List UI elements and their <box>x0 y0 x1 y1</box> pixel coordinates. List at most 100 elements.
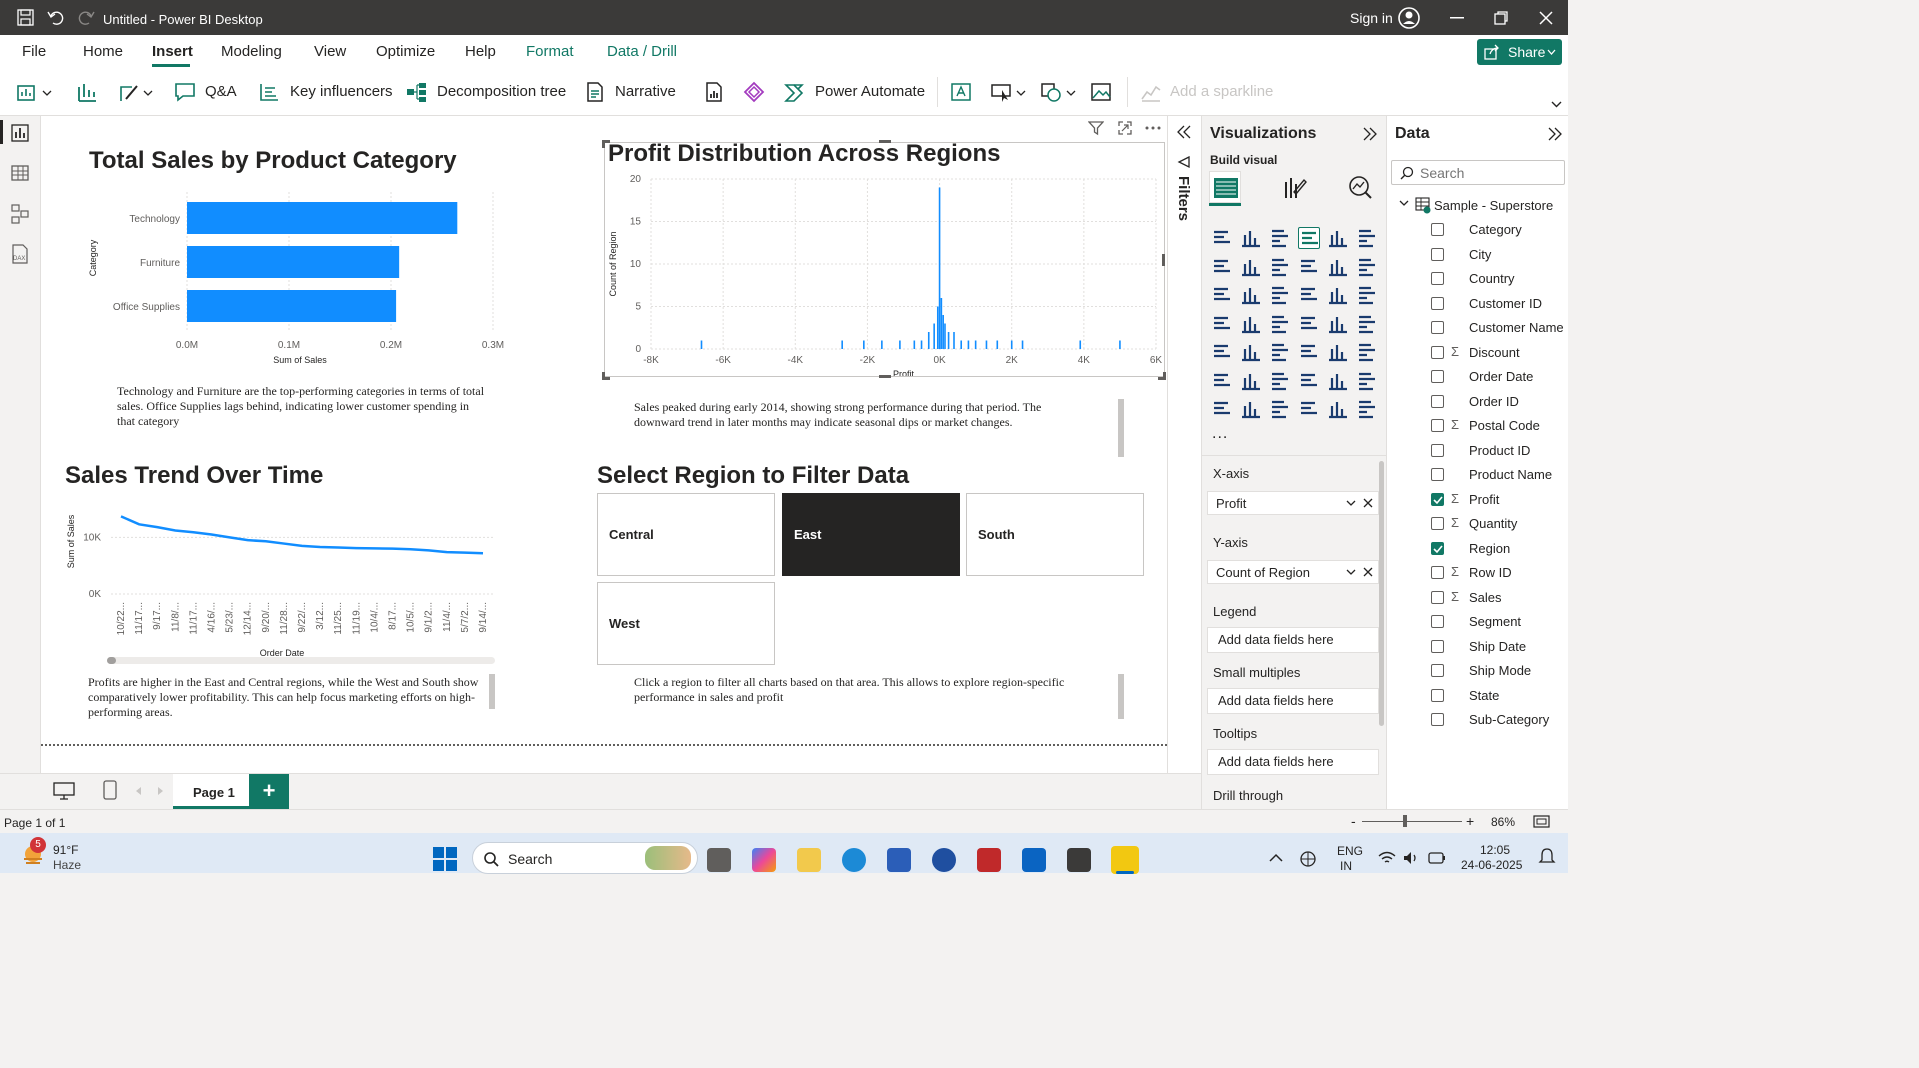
field-checkbox[interactable] <box>1431 247 1444 261</box>
menu-help[interactable]: Help <box>465 43 496 60</box>
outlook-icon[interactable] <box>1022 848 1046 872</box>
buttons-visual-icon[interactable] <box>76 81 98 103</box>
field-checkbox[interactable] <box>1431 272 1444 285</box>
new-visual-icon[interactable] <box>16 81 38 103</box>
sign-in-link[interactable]: Sign in <box>1350 10 1393 26</box>
table-name[interactable]: Sample - Superstore <box>1434 198 1553 213</box>
line-column-chart-icon[interactable] <box>1327 256 1349 278</box>
field-checkbox[interactable] <box>1431 370 1444 383</box>
field-ship-mode[interactable]: Ship Mode <box>1387 659 1569 683</box>
field-category[interactable]: Category <box>1387 218 1569 242</box>
waterfall-chart-icon[interactable] <box>1240 284 1262 306</box>
narrative-icon[interactable] <box>584 81 606 103</box>
windows-start-icon[interactable] <box>432 846 458 872</box>
table-icon[interactable] <box>1298 341 1320 363</box>
menu-insert[interactable]: Insert <box>152 43 193 60</box>
field-product-id[interactable]: Product ID <box>1387 439 1569 463</box>
search-input[interactable] <box>1420 164 1560 182</box>
expand-pane-icon[interactable] <box>1177 125 1191 139</box>
next-page-icon[interactable] <box>158 787 164 795</box>
field-customer-id[interactable]: Customer ID <box>1387 292 1569 316</box>
volume-icon[interactable] <box>1403 851 1419 865</box>
scrollbar[interactable] <box>1118 674 1124 719</box>
zoom-slider-thumb[interactable] <box>1403 815 1407 827</box>
region-indicator[interactable]: IN <box>1340 859 1352 873</box>
model-view-icon[interactable] <box>11 204 29 224</box>
field-postal-code[interactable]: Σ Postal Code <box>1387 414 1569 438</box>
decomposition-tree-button[interactable]: Decomposition tree <box>437 83 566 100</box>
field-region[interactable]: Region <box>1387 537 1569 561</box>
metrics-icon[interactable] <box>1356 370 1378 392</box>
field-checkbox[interactable] <box>1431 664 1444 677</box>
field-discount[interactable]: Σ Discount <box>1387 341 1569 365</box>
chevron-down-icon[interactable] <box>1346 500 1356 507</box>
desktop-layout-icon[interactable] <box>53 782 75 800</box>
menu-optimize[interactable]: Optimize <box>376 43 435 60</box>
gauge-icon[interactable] <box>1327 313 1349 335</box>
collapse-ribbon-icon[interactable] <box>1551 101 1562 108</box>
menu-view[interactable]: View <box>314 43 346 60</box>
stacked-area-chart-icon[interactable] <box>1269 256 1291 278</box>
remove-field-icon[interactable] <box>1363 498 1373 508</box>
histogram-chart[interactable]: 0 5 10 15 20 -8K -6K -4K -2K 0K 2K 4K 6K Profit Count … <box>604 171 1164 376</box>
power-automate-icon[interactable] <box>1269 398 1291 420</box>
narrative-button[interactable]: Narrative <box>615 83 676 100</box>
dell-icon[interactable] <box>932 848 956 872</box>
matrix-icon[interactable] <box>1327 341 1349 363</box>
pie-chart-icon[interactable] <box>1327 284 1349 306</box>
slicer-option-central[interactable]: Central <box>597 493 775 576</box>
field-checkbox[interactable] <box>1431 321 1444 334</box>
image-icon[interactable] <box>1090 81 1112 103</box>
field-profit[interactable]: Σ Profit <box>1387 488 1569 512</box>
menu-file[interactable]: File <box>22 43 46 60</box>
minimize-icon[interactable] <box>1450 17 1464 19</box>
dax-query-view-icon[interactable]: DAX <box>10 244 30 264</box>
decomposition-tree-icon[interactable] <box>406 81 428 103</box>
field-order-id[interactable]: Order ID <box>1387 390 1569 414</box>
field-sub-category[interactable]: Sub-Category <box>1387 708 1569 732</box>
filter-icon[interactable] <box>1088 120 1104 136</box>
file-explorer-icon[interactable] <box>797 848 821 872</box>
power-automate-button[interactable]: Power Automate <box>815 83 925 100</box>
line-chart[interactable]: 0K 10K 10/22... 11/17... 9/17... 11/8/... 11/1… <box>61 496 501 661</box>
stacked-column-chart-icon[interactable] <box>1240 227 1262 249</box>
taskbar-search[interactable]: Search <box>472 842 698 874</box>
close-icon[interactable] <box>1539 11 1553 25</box>
key-influencers-icon[interactable] <box>1240 370 1262 392</box>
zoom-out-button[interactable]: - <box>1351 813 1356 829</box>
tooltips-well[interactable]: Add data fields here <box>1207 749 1379 775</box>
horizontal-scrollbar[interactable] <box>107 657 495 664</box>
filters-pane-collapsed[interactable]: Filters <box>1167 116 1201 773</box>
arcgis-icon[interactable] <box>1327 398 1349 420</box>
share-button[interactable]: Share <box>1477 39 1562 65</box>
fit-to-page-icon[interactable] <box>1533 815 1550 828</box>
task-view-icon[interactable] <box>707 848 731 872</box>
field-checkbox[interactable] <box>1431 688 1444 702</box>
field-segment[interactable]: Segment <box>1387 610 1569 634</box>
clock-time[interactable]: 12:05 <box>1480 843 1510 857</box>
battery-icon[interactable] <box>1428 851 1446 865</box>
clustered-column-chart-icon[interactable] <box>1298 227 1320 249</box>
field-customer-name[interactable]: Customer Name <box>1387 316 1569 340</box>
qa-icon[interactable] <box>174 81 196 103</box>
y-axis-well[interactable]: Count of Region <box>1207 560 1379 584</box>
scatter-chart-icon[interactable] <box>1298 284 1320 306</box>
zoom-slider[interactable] <box>1362 821 1462 822</box>
x-axis-well[interactable]: Profit <box>1207 491 1379 515</box>
field-checkbox[interactable] <box>1431 713 1444 726</box>
power-apps-icon[interactable] <box>743 81 765 103</box>
field-city[interactable]: City <box>1387 243 1569 267</box>
line-clustered-column-chart-icon[interactable] <box>1356 256 1378 278</box>
more-visual-icon[interactable] <box>1356 398 1378 420</box>
donut-chart-icon[interactable] <box>1356 284 1378 306</box>
power-bi-icon[interactable] <box>1111 846 1139 874</box>
mobile-layout-icon[interactable] <box>103 780 117 800</box>
account-icon[interactable] <box>1398 7 1420 29</box>
chevron-up-icon[interactable] <box>1269 853 1283 862</box>
notifications-icon[interactable] <box>1537 847 1557 867</box>
slicer-option-south[interactable]: South <box>966 493 1144 576</box>
slicer-option-west[interactable]: West <box>597 582 775 665</box>
paginated-report-icon[interactable] <box>1211 398 1233 420</box>
small-multiples-well[interactable]: Add data fields here <box>1207 688 1379 714</box>
scrollbar-thumb[interactable] <box>107 657 116 664</box>
